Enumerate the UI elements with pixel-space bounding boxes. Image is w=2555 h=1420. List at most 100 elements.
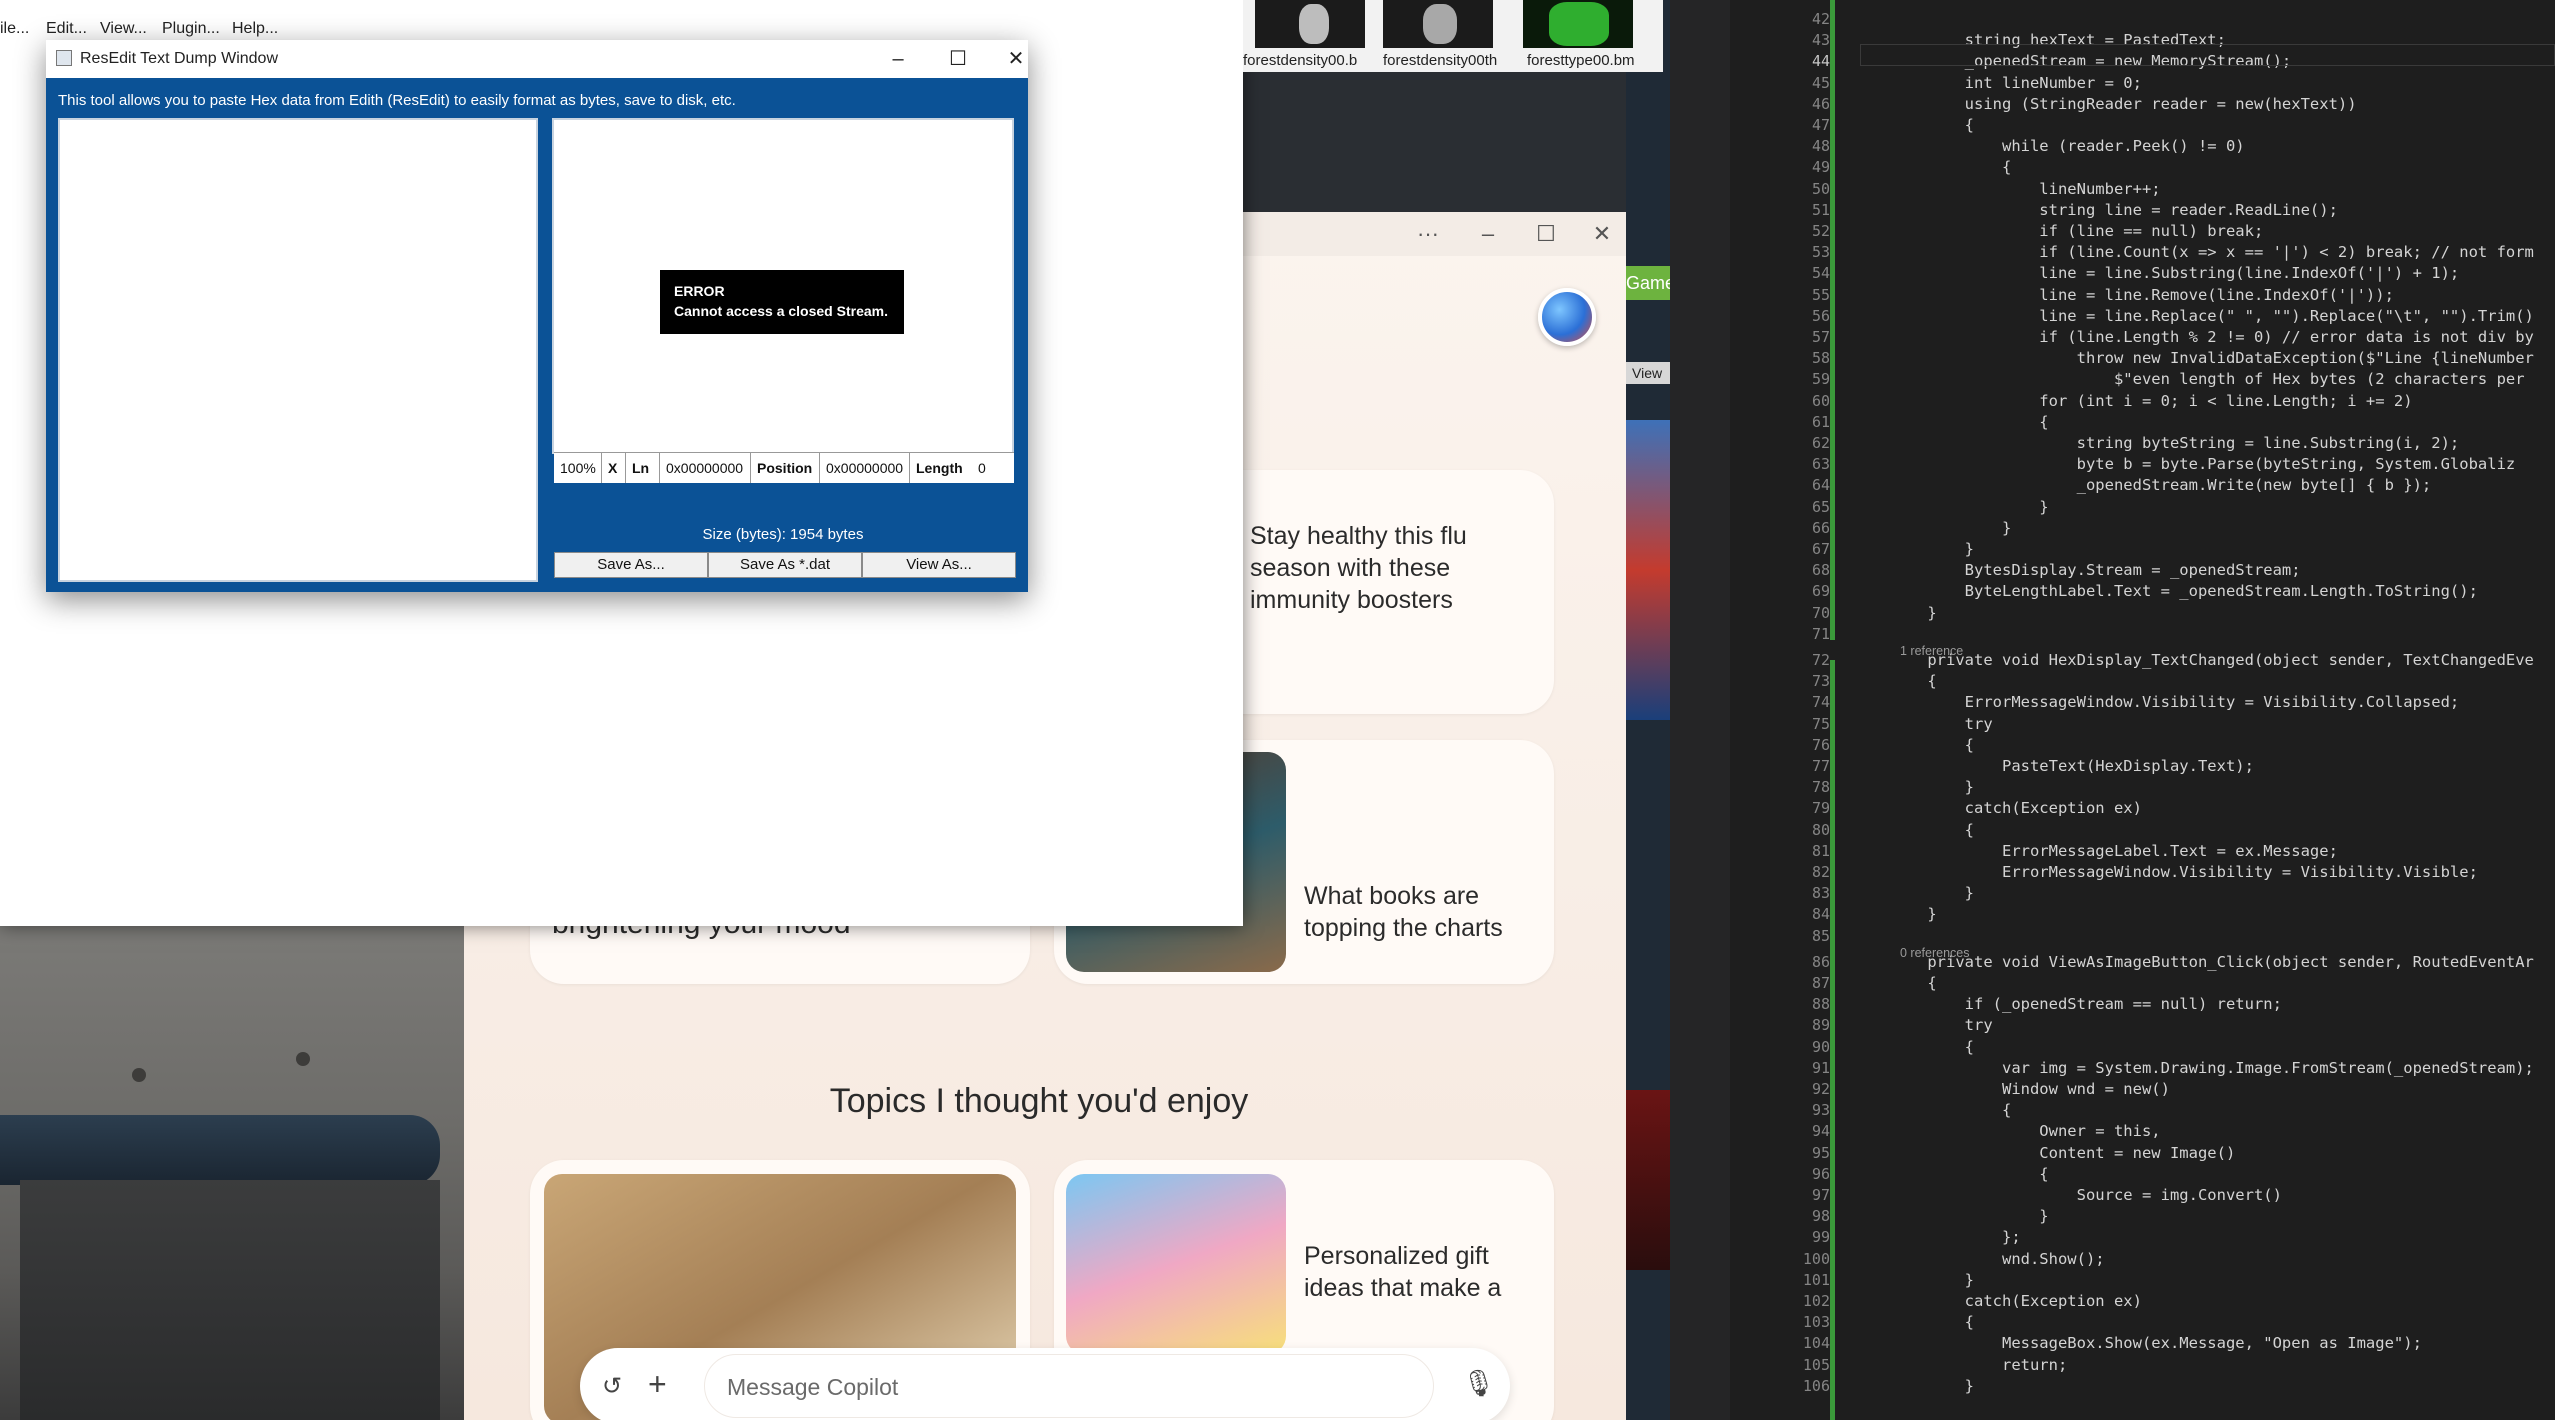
code-line[interactable]: }	[1890, 884, 1974, 902]
code-line[interactable]: {	[1890, 672, 1936, 690]
code-line[interactable]: {	[1890, 1313, 1974, 1331]
view-as-button[interactable]: View As...	[862, 552, 1016, 578]
close-button[interactable]: ✕	[996, 46, 1036, 72]
code-line[interactable]: line = line.Replace(" ", "").Replace("\t…	[1890, 307, 2534, 325]
history-icon[interactable]: ↺	[602, 1372, 622, 1401]
menu-file[interactable]: ile...	[0, 20, 29, 38]
more-options-icon[interactable]: ···	[1414, 220, 1442, 248]
code-line[interactable]: MessageBox.Show(ex.Message, "Open as Ima…	[1890, 1334, 2422, 1352]
code-line[interactable]: if (_openedStream == null) return;	[1890, 995, 2282, 1013]
window-title: ResEdit Text Dump Window	[80, 50, 278, 67]
code-line[interactable]: line = line.Substring(line.IndexOf('|') …	[1890, 264, 2459, 282]
code-line[interactable]: throw new InvalidDataException($"Line {l…	[1890, 349, 2534, 367]
code-line[interactable]: private void HexDisplay_TextChanged(obje…	[1890, 651, 2534, 669]
code-line[interactable]: }	[1890, 1207, 2048, 1225]
code-line[interactable]: while (reader.Peek() != 0)	[1890, 137, 2245, 155]
code-line[interactable]: Content = new Image()	[1890, 1144, 2235, 1162]
save-as-button[interactable]: Save As...	[554, 552, 708, 578]
code-editor[interactable]: 42 43 string hexText = PastedText; 44 _ope…	[1670, 0, 2555, 1420]
line-number: 58	[1811, 349, 1830, 368]
code-line[interactable]: {	[1890, 736, 1974, 754]
code-line[interactable]: PasteText(HexDisplay.Text);	[1890, 757, 2254, 775]
code-line[interactable]: string byteString = line.Substring(i, 2)…	[1890, 434, 2460, 452]
code-reference-count[interactable]: 0 references	[1900, 946, 1969, 960]
code-line[interactable]: Window wnd = new()	[1890, 1080, 2170, 1098]
code-line[interactable]: {	[1890, 158, 2011, 176]
code-line[interactable]: {	[1890, 1101, 2011, 1119]
code-line[interactable]: wnd.Show();	[1890, 1250, 2105, 1268]
code-line[interactable]: {	[1890, 1038, 1974, 1056]
code-line[interactable]: }	[1890, 498, 2048, 516]
code-line[interactable]: Source = img.Convert()	[1890, 1186, 2282, 1204]
line-number: 64	[1811, 476, 1830, 495]
code-line[interactable]: ErrorMessageWindow.Visibility = Visibili…	[1890, 693, 2460, 711]
code-line[interactable]: return;	[1890, 1356, 2067, 1374]
code-line[interactable]: ErrorMessageLabel.Text = ex.Message;	[1890, 842, 2338, 860]
code-line[interactable]: var img = System.Drawing.Image.FromStrea…	[1890, 1059, 2534, 1077]
code-line[interactable]: catch(Exception ex)	[1890, 799, 2142, 817]
minimize-button[interactable]: –	[878, 46, 918, 72]
code-line[interactable]: BytesDisplay.Stream = _openedStream;	[1890, 561, 2301, 579]
menu-edit[interactable]: Edit...	[46, 20, 87, 38]
code-line[interactable]: if (line.Length % 2 != 0) // error data …	[1890, 328, 2534, 346]
code-line[interactable]: ErrorMessageWindow.Visibility = Visibili…	[1890, 863, 2478, 881]
line-number: 48	[1811, 137, 1830, 156]
code-line[interactable]: try	[1890, 1016, 1993, 1034]
view-button[interactable]: View	[1626, 362, 1670, 384]
code-line[interactable]: byte b = byte.Parse(byteString, System.G…	[1890, 455, 2516, 473]
code-line[interactable]: {	[1890, 1165, 2048, 1183]
length-label: Length	[916, 460, 963, 476]
code-line[interactable]: }	[1890, 1271, 1974, 1289]
code-line[interactable]: }	[1890, 604, 1936, 622]
minimize-icon[interactable]: –	[1474, 220, 1502, 248]
code-line[interactable]: string line = reader.ReadLine();	[1890, 201, 2338, 219]
code-line[interactable]: try	[1890, 715, 1993, 733]
close-status-button[interactable]: X	[602, 453, 626, 483]
code-line[interactable]: }	[1890, 778, 1974, 796]
length-value: 0	[978, 460, 986, 476]
menu-plugin[interactable]: Plugin...	[162, 20, 220, 38]
code-line[interactable]: ByteLengthLabel.Text = _openedStream.Len…	[1890, 582, 2478, 600]
line-number: 82	[1811, 863, 1830, 881]
close-icon[interactable]: ✕	[1588, 220, 1616, 248]
code-line[interactable]: catch(Exception ex)	[1890, 1292, 2142, 1310]
code-line[interactable]: };	[1890, 1228, 2021, 1246]
hex-input-textarea[interactable]	[58, 118, 538, 582]
code-line[interactable]: }	[1890, 905, 1936, 923]
code-line[interactable]: lineNumber++;	[1890, 180, 2160, 198]
save-as-dat-button[interactable]: Save As *.dat	[708, 552, 862, 578]
code-line[interactable]: for (int i = 0; i < line.Length; i += 2)	[1890, 392, 2412, 410]
maximize-button[interactable]: ☐	[938, 46, 978, 72]
menu-view[interactable]: View...	[100, 20, 147, 38]
thumbnail-image[interactable]	[1523, 0, 1633, 48]
line-number: 74	[1811, 693, 1830, 712]
code-line[interactable]: if (line.Count(x => x == '|') < 2) break…	[1890, 243, 2534, 261]
code-line[interactable]: }	[1890, 1377, 1974, 1395]
code-line[interactable]: }	[1890, 519, 2011, 537]
code-line[interactable]: }	[1890, 540, 1974, 558]
code-line[interactable]: if (line == null) break;	[1890, 222, 2263, 240]
code-line[interactable]: {	[1890, 974, 1936, 992]
line-number: 70	[1811, 603, 1830, 622]
code-line[interactable]: _openedStream.Write(new byte[] { b });	[1890, 476, 2432, 494]
code-line[interactable]: line = line.Remove(line.IndexOf('|'));	[1890, 286, 2394, 304]
code-line[interactable]: int lineNumber = 0;	[1890, 74, 2142, 92]
menu-help[interactable]: Help...	[232, 20, 278, 38]
add-icon[interactable]: +	[648, 1366, 667, 1403]
microphone-icon[interactable]: 🎙	[1462, 1368, 1495, 1399]
thumbnail-image[interactable]	[1383, 0, 1493, 48]
message-input[interactable]: Message Copilot	[704, 1354, 1434, 1418]
code-line[interactable]: {	[1890, 413, 2048, 431]
line-number: 54	[1811, 264, 1830, 283]
zoom-level[interactable]: 100%	[554, 453, 602, 483]
maximize-icon[interactable]: ☐	[1532, 220, 1560, 248]
thumbnail-image[interactable]	[1255, 0, 1365, 48]
code-reference-count[interactable]: 1 reference	[1900, 644, 1963, 658]
code-line[interactable]: private void ViewAsImageButton_Click(obj…	[1890, 953, 2534, 971]
code-line[interactable]: $"even length of Hex bytes (2 characters…	[1890, 370, 2525, 388]
code-line[interactable]: {	[1890, 821, 1974, 839]
code-line[interactable]: {	[1890, 116, 1974, 134]
code-line[interactable]: using (StringReader reader = new(hexText…	[1890, 95, 2357, 113]
game-button[interactable]: Game	[1626, 266, 1675, 300]
code-line[interactable]: Owner = this,	[1890, 1122, 2160, 1140]
